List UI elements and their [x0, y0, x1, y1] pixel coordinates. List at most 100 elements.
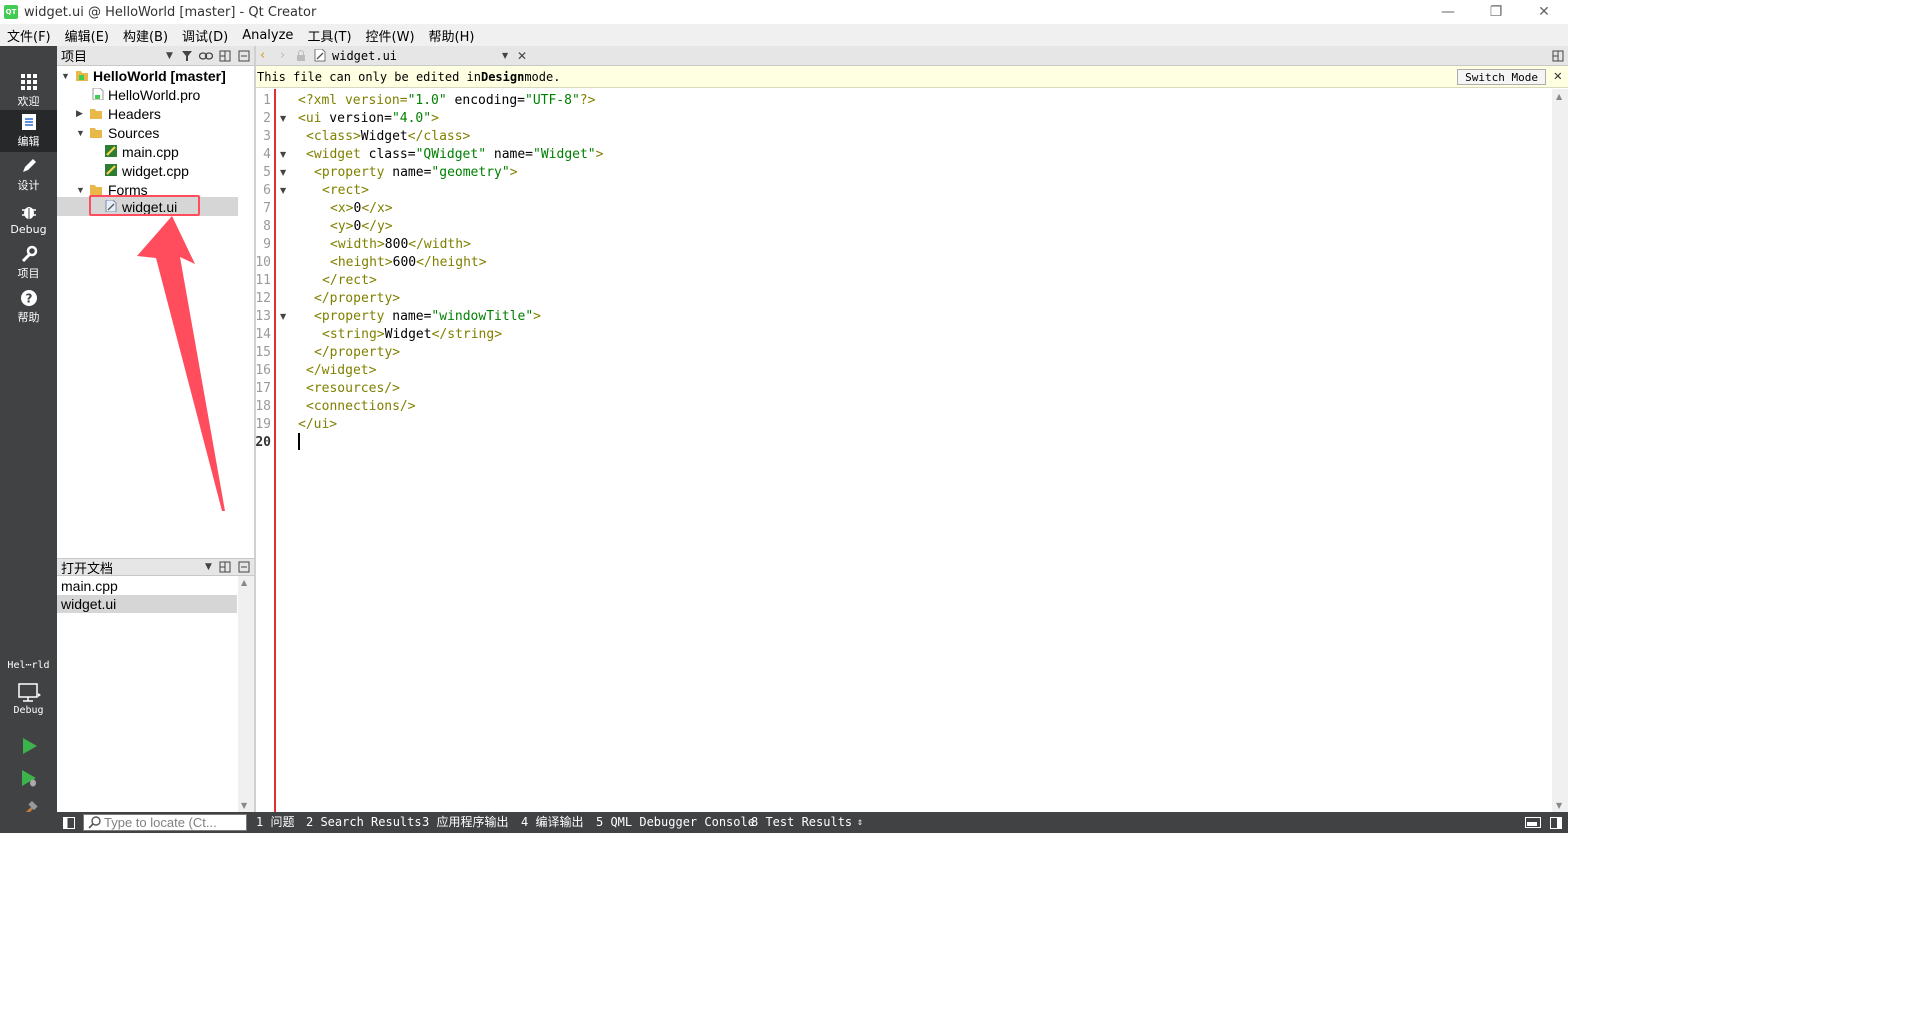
wrench-icon	[21, 245, 37, 263]
qt-logo: QT	[4, 5, 18, 19]
tree-item-main-cpp[interactable]: main.cpp	[57, 142, 254, 161]
tree-scrollbar[interactable]	[238, 66, 254, 558]
menu-analyze[interactable]: Analyze	[235, 28, 300, 43]
switch-mode-button[interactable]: Switch Mode	[1457, 69, 1546, 85]
project-folder-icon	[76, 71, 88, 81]
close-document-icon[interactable]: ✕	[517, 49, 527, 63]
line-number: 19	[255, 417, 271, 432]
output-pane-search[interactable]: 2 Search Results	[306, 812, 422, 833]
split-icon[interactable]	[1552, 50, 1564, 62]
expanded-arrow-icon[interactable]: ▼	[76, 185, 85, 195]
open-doc-item[interactable]: widget.ui	[57, 595, 237, 613]
dropdown-icon[interactable]: ▼	[205, 562, 212, 572]
mode-sidebar: 欢迎 编辑 设计 Debug 项目 ? 帮助 Hel⋯rld Debug	[0, 46, 57, 833]
restore-button[interactable]: ❐	[1472, 0, 1520, 24]
split-icon[interactable]	[219, 561, 231, 573]
folder-icon	[90, 109, 102, 119]
link-icon[interactable]	[199, 51, 213, 61]
tree-item-headers[interactable]: ▶ Headers	[57, 104, 254, 123]
minimize-button[interactable]: —	[1424, 0, 1472, 24]
fold-column: ▼ ▼ ▼ ▼ ▼	[278, 89, 294, 812]
line-number: 10	[255, 255, 271, 270]
scroll-up-icon[interactable]: ▲	[1556, 92, 1562, 101]
file-dropdown-icon[interactable]: ▼	[502, 51, 508, 60]
fold-arrow-icon[interactable]: ▼	[280, 182, 286, 200]
expanded-arrow-icon[interactable]: ▼	[61, 71, 70, 81]
open-doc-item[interactable]: main.cpp	[57, 577, 237, 595]
toggle-right-sidebar-icon[interactable]	[1550, 817, 1562, 829]
code-line: <x>0</x>	[330, 200, 393, 218]
monitor-icon	[17, 682, 41, 702]
current-file-name[interactable]: widget.ui	[332, 49, 397, 63]
locator-input[interactable]: Type to locate (Ct...	[83, 814, 247, 831]
code-line: </ui>	[298, 416, 337, 434]
xml-tag: </y>	[361, 219, 393, 234]
fold-arrow-icon[interactable]: ▼	[280, 146, 286, 164]
kit-selector[interactable]: Debug	[0, 676, 57, 722]
menu-edit[interactable]: 编辑(E)	[58, 26, 116, 45]
mode-welcome[interactable]: 欢迎	[0, 70, 57, 112]
mode-projects[interactable]: 项目	[0, 242, 57, 284]
xml-tag: <x>	[330, 201, 354, 216]
output-pane-app-output[interactable]: 3 应用程序输出	[422, 812, 508, 833]
line-number: 17	[255, 381, 271, 396]
tree-item-project[interactable]: ▼ HelloWorld [master]	[57, 66, 254, 85]
line-number: 2	[263, 111, 271, 126]
xml-value: "QWidget"	[415, 147, 487, 162]
menu-tools[interactable]: 工具(T)	[300, 26, 358, 45]
close-pane-icon[interactable]	[238, 50, 250, 62]
mode-design[interactable]: 设计	[0, 154, 57, 196]
progress-icon[interactable]	[1525, 817, 1541, 828]
cpp-file-icon	[105, 145, 117, 157]
fold-arrow-icon[interactable]: ▼	[280, 164, 286, 182]
close-pane-icon[interactable]	[238, 561, 250, 573]
line-number: 9	[263, 237, 271, 252]
mode-debug[interactable]: Debug	[0, 198, 57, 240]
toggle-sidebar-icon[interactable]	[63, 817, 75, 829]
tree-item-widget-cpp[interactable]: widget.cpp	[57, 161, 254, 180]
mode-help[interactable]: ? 帮助	[0, 286, 57, 328]
fold-arrow-icon[interactable]: ▼	[280, 308, 286, 326]
back-icon[interactable]: ‹	[260, 48, 265, 63]
view-dropdown-icon[interactable]: ▼	[166, 51, 173, 61]
filter-icon[interactable]	[181, 50, 193, 62]
menu-file[interactable]: 文件(F)	[0, 26, 58, 45]
line-number: 1	[263, 93, 271, 108]
xml-attr: name=	[384, 309, 432, 324]
menu-widgets[interactable]: 控件(W)	[359, 26, 422, 45]
output-pane-issues[interactable]: 1 问题	[256, 812, 294, 833]
xml-tag: <property	[314, 309, 385, 324]
mode-edit[interactable]: 编辑	[0, 110, 57, 152]
split-icon[interactable]	[219, 50, 231, 62]
xml-tag: <ui	[298, 111, 322, 126]
menu-build[interactable]: 构建(B)	[116, 26, 175, 45]
more-panes-icon[interactable]: ⇕	[857, 812, 863, 833]
scroll-up-icon[interactable]: ▲	[241, 578, 247, 587]
expanded-arrow-icon[interactable]: ▼	[76, 128, 85, 138]
forward-icon[interactable]: ›	[280, 48, 285, 63]
line-number: 6	[263, 183, 271, 198]
tree-item-sources[interactable]: ▼ Sources	[57, 123, 254, 142]
output-pane-tests[interactable]: 8 Test Results	[751, 812, 852, 833]
line-number: 11	[255, 273, 271, 288]
tree-item-pro[interactable]: HelloWorld.pro	[57, 85, 254, 104]
collapsed-arrow-icon[interactable]: ▶	[76, 108, 83, 119]
design-mode-infobar: This file can only be edited in Design m…	[256, 66, 1568, 88]
editor-scrollbar[interactable]: ▲ ▼	[1552, 89, 1568, 812]
close-button[interactable]: ✕	[1520, 0, 1568, 24]
output-pane-qml[interactable]: 5 QML Debugger Console	[596, 812, 755, 833]
debug-run-button[interactable]	[0, 764, 57, 794]
line-number: 16	[255, 363, 271, 378]
open-docs-scrollbar[interactable]: ▲ ▼	[238, 576, 254, 812]
menu-help[interactable]: 帮助(H)	[422, 26, 482, 45]
fold-arrow-icon[interactable]: ▼	[280, 110, 286, 128]
annotation-arrow	[137, 216, 225, 511]
close-infobar-icon[interactable]: ✕	[1554, 68, 1562, 84]
code-editor[interactable]: <?xml version="1.0" encoding="UTF-8"?> <…	[295, 89, 1552, 812]
output-pane-compile[interactable]: 4 编译输出	[521, 812, 583, 833]
scroll-down-icon[interactable]: ▼	[1556, 801, 1562, 810]
menu-debug[interactable]: 调试(D)	[175, 26, 235, 45]
run-button[interactable]	[0, 732, 57, 762]
scroll-down-icon[interactable]: ▼	[241, 801, 247, 810]
title-bar: QT widget.ui @ HelloWorld [master] - Qt …	[0, 0, 1568, 24]
